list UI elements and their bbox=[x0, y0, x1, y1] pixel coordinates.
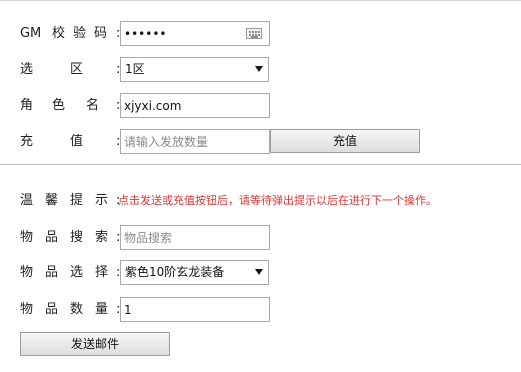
tip-row: 温 馨 提 示 : 点击发送或充值按钮后，请等待弹出提示以后在进行下一个操作。 bbox=[20, 188, 515, 213]
server-label: 选 区 bbox=[20, 57, 118, 82]
label-char: 品 bbox=[45, 230, 59, 245]
label-char: 角 bbox=[20, 98, 34, 113]
tip-message: 点击发送或充值按钮后，请等待弹出提示以后在进行下一个操作。 bbox=[118, 194, 437, 207]
recharge-button[interactable]: 充值 bbox=[270, 129, 420, 153]
label-char: 充 bbox=[20, 134, 34, 149]
label-char: 搜 bbox=[70, 230, 84, 245]
item-search-label: 物 品 搜 索 bbox=[20, 225, 118, 250]
top-border bbox=[0, 0, 521, 1]
gm-code-row: G M 校 验 码 : bbox=[20, 21, 515, 46]
recharge-row: 充 值 : 充值 bbox=[20, 129, 515, 154]
label-char: 选 bbox=[20, 62, 34, 77]
role-label: 角 色 名 bbox=[20, 93, 118, 118]
label-char: 选 bbox=[70, 265, 84, 280]
item-select-label: 物 品 选 择 bbox=[20, 260, 118, 285]
item-qty-row: 物 品 数 量 : bbox=[20, 297, 515, 322]
gm-code-label: G M 校 验 码 bbox=[20, 21, 118, 46]
role-row: 角 色 名 : bbox=[20, 93, 515, 118]
item-select[interactable]: 紫色10阶玄龙装备 bbox=[120, 260, 269, 285]
server-select[interactable]: 1区 bbox=[120, 57, 269, 82]
section-divider bbox=[0, 164, 521, 165]
role-name-input[interactable] bbox=[120, 93, 270, 118]
label-char: 示 bbox=[95, 193, 109, 208]
recharge-label: 充 值 bbox=[20, 129, 118, 154]
keyboard-icon[interactable] bbox=[246, 28, 262, 39]
item-select-row: 物 品 选 择 : 紫色10阶玄龙装备 bbox=[20, 260, 515, 285]
label-char: 名 bbox=[86, 98, 100, 113]
label-char: 索 bbox=[95, 230, 109, 245]
label-char: 品 bbox=[45, 302, 59, 317]
item-quantity-input[interactable] bbox=[120, 297, 270, 322]
label-char: 馨 bbox=[45, 193, 59, 208]
label-char: 物 bbox=[20, 230, 34, 245]
chevron-down-icon bbox=[255, 66, 263, 72]
label-char: 码 bbox=[94, 26, 108, 41]
server-select-value: 1区 bbox=[125, 62, 145, 76]
label-char: 物 bbox=[20, 265, 34, 280]
item-qty-label: 物 品 数 量 bbox=[20, 297, 118, 322]
label-char: 温 bbox=[20, 193, 34, 208]
item-search-row: 物 品 搜 索 : bbox=[20, 225, 515, 250]
label-char: M bbox=[30, 26, 42, 41]
server-row: 选 区 : 1区 bbox=[20, 57, 515, 82]
item-search-input[interactable] bbox=[120, 225, 270, 250]
label-char: 校 bbox=[52, 26, 66, 41]
label-char: 物 bbox=[20, 302, 34, 317]
label-char: 择 bbox=[95, 265, 109, 280]
label-char: 色 bbox=[52, 98, 66, 113]
label-char: 值 bbox=[70, 134, 84, 149]
label-char: 验 bbox=[73, 26, 87, 41]
label-char: 提 bbox=[70, 193, 84, 208]
label-char: 品 bbox=[45, 265, 59, 280]
label-char: 数 bbox=[70, 302, 84, 317]
recharge-amount-input[interactable] bbox=[120, 129, 270, 154]
tip-label: 温 馨 提 示 bbox=[20, 188, 118, 213]
label-char: 量 bbox=[95, 302, 109, 317]
chevron-down-icon bbox=[255, 269, 263, 275]
send-mail-button[interactable]: 发送邮件 bbox=[20, 332, 170, 356]
item-select-value: 紫色10阶玄龙装备 bbox=[125, 265, 225, 279]
label-char: G bbox=[20, 26, 31, 41]
label-char: 区 bbox=[70, 62, 84, 77]
